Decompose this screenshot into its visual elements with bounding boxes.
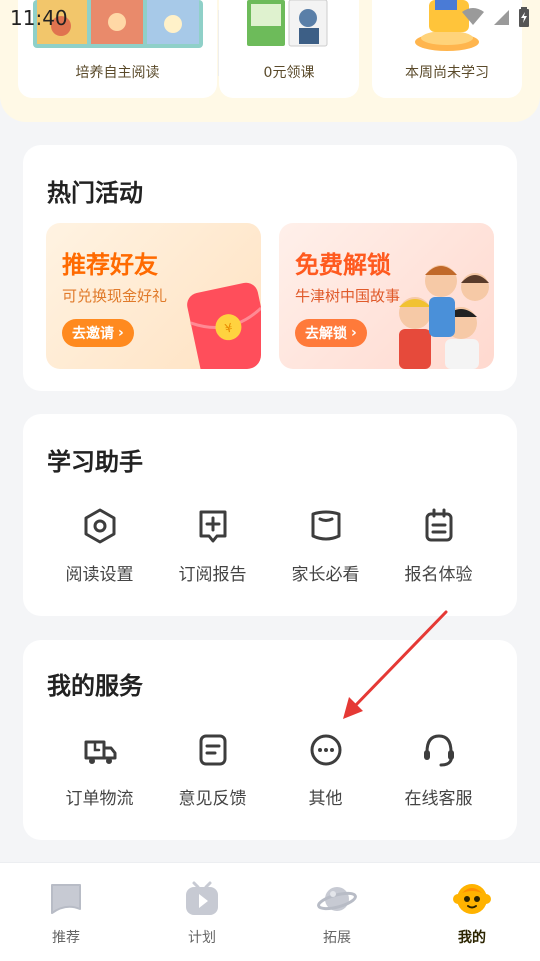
battery-icon <box>519 7 529 27</box>
nav-expand[interactable]: 拓展 <box>287 879 387 947</box>
plan-icon <box>186 881 218 915</box>
promo-subtitle: 可兑换现金好礼 <box>62 287 168 305</box>
promo-free-unlock[interactable]: 免费解锁 牛津树中国故事 去解锁 › <box>279 223 494 369</box>
activities-card: 热门活动 推荐好友 可兑换现金好礼 去邀请 › ¥ 免费解锁 牛津树中国故事 去… <box>23 145 517 391</box>
subscription-report-item[interactable]: 订阅报告 <box>156 506 269 585</box>
item-label: 其他 <box>308 789 343 809</box>
item-label: 订单物流 <box>65 789 134 809</box>
item-label: 订阅报告 <box>178 565 247 585</box>
assistant-card: 学习助手 阅读设置 订阅报告 家长必看 报名体验 <box>23 414 517 616</box>
promo-refer-friend[interactable]: 推荐好友 可兑换现金好礼 去邀请 › ¥ <box>46 223 261 369</box>
item-label: 报名体验 <box>404 565 473 585</box>
feedback-icon <box>199 734 226 766</box>
promo-subtitle: 牛津树中国故事 <box>295 287 401 305</box>
nav-label: 我的 <box>458 930 486 946</box>
truck-icon <box>84 740 116 764</box>
nav-label: 计划 <box>188 930 216 946</box>
invite-button-label: 去邀请 <box>72 326 114 342</box>
signal-icon <box>494 10 509 25</box>
wifi-icon <box>462 8 484 25</box>
nav-mine[interactable]: 我的 <box>422 879 522 947</box>
unlock-button[interactable]: 去解锁 › <box>295 319 367 347</box>
activities-title: 热门活动 <box>47 179 143 207</box>
book-icon <box>311 510 340 541</box>
invite-button[interactable]: 去邀请 › <box>62 319 134 347</box>
item-label: 家长必看 <box>291 565 360 585</box>
nav-plan[interactable]: 计划 <box>152 879 252 947</box>
red-envelope-icon: ¥ <box>187 282 261 369</box>
item-label: 阅读设置 <box>65 565 134 585</box>
item-label: 在线客服 <box>404 789 473 809</box>
calendar-icon <box>425 508 452 542</box>
feedback-item[interactable]: 意见反馈 <box>156 730 269 809</box>
top-card-label: 本周尚未学习 <box>405 65 489 81</box>
bottom-nav: 推荐 计划 拓展 我的 <box>0 862 540 961</box>
assistant-title: 学习助手 <box>47 448 143 476</box>
status-time: 11:40 <box>10 6 68 30</box>
status-icons <box>462 7 530 27</box>
customer-service-item[interactable]: 在线客服 <box>382 730 495 809</box>
reading-settings-item[interactable]: 阅读设置 <box>43 506 156 585</box>
item-label: 意见反馈 <box>178 789 247 809</box>
services-card: 我的服务 订单物流 意见反馈 其他 在线客服 <box>23 640 517 840</box>
other-item[interactable]: 其他 <box>269 730 382 809</box>
top-card-label: 0元领课 <box>263 65 315 81</box>
nav-label: 拓展 <box>323 930 351 946</box>
top-card-label: 培养自主阅读 <box>75 65 160 81</box>
promo-title: 免费解锁 <box>295 251 391 279</box>
report-icon <box>199 510 226 543</box>
order-logistics-item[interactable]: 订单物流 <box>43 730 156 809</box>
status-bar: 11:40 <box>0 0 540 34</box>
profile-icon <box>453 884 491 914</box>
trial-signup-item[interactable]: 报名体验 <box>382 506 495 585</box>
chevron-right-icon: › <box>118 325 124 341</box>
recommend-icon <box>51 884 81 914</box>
cartoon-family-image <box>399 265 489 369</box>
hexagon-settings-icon <box>84 508 115 544</box>
chevron-right-icon: › <box>351 325 357 341</box>
planet-icon <box>317 887 357 911</box>
nav-label: 推荐 <box>52 930 80 946</box>
more-icon <box>310 734 341 766</box>
nav-recommend[interactable]: 推荐 <box>16 879 116 947</box>
headset-icon <box>423 734 454 767</box>
parent-guide-item[interactable]: 家长必看 <box>269 506 382 585</box>
promo-title: 推荐好友 <box>62 251 158 279</box>
unlock-button-label: 去解锁 <box>305 326 347 342</box>
services-title: 我的服务 <box>47 672 143 700</box>
